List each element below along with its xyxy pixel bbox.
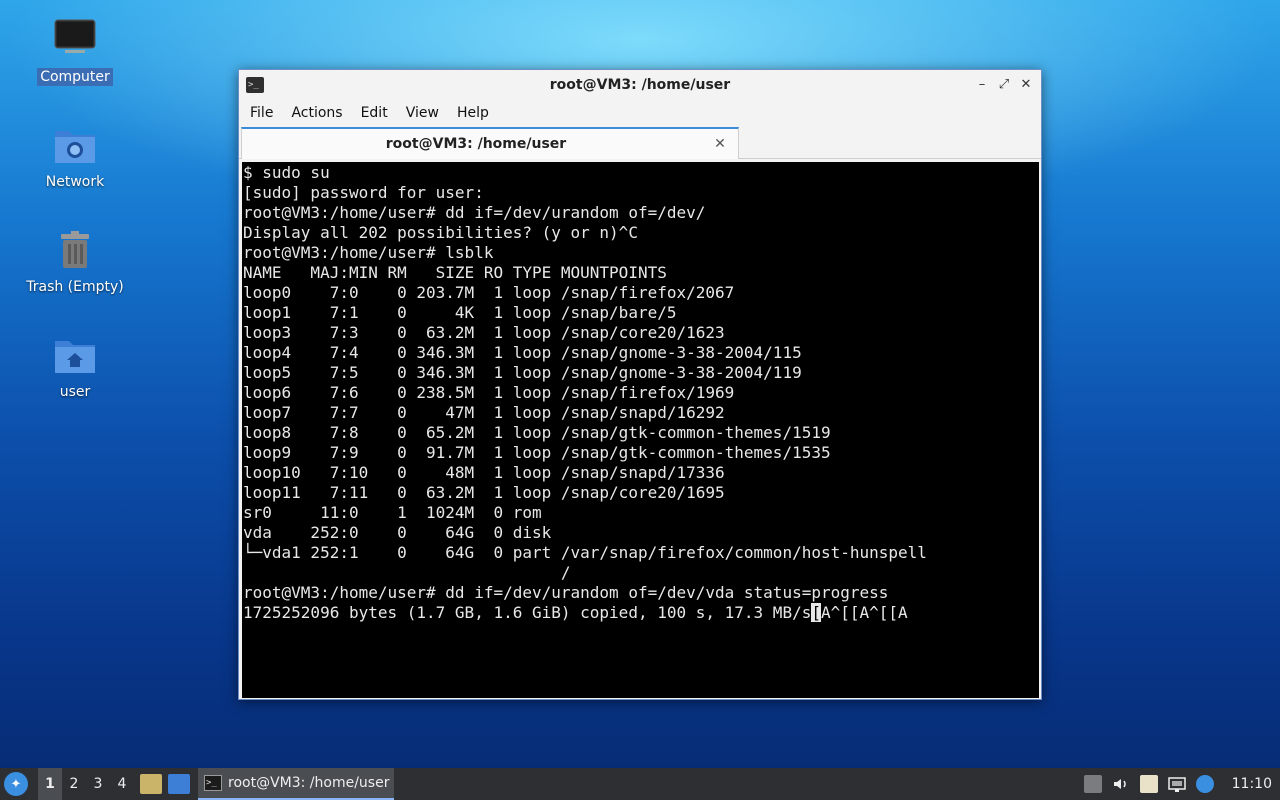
desktop-icon-label: user [59,384,91,400]
computer-icon [51,16,99,64]
terminal-line: NAME MAJ:MIN RM SIZE RO TYPE MOUNTPOINTS [243,263,667,282]
terminal-line: [sudo] password for user: [243,183,484,202]
workspace-3[interactable]: 3 [86,768,110,800]
terminal-line: root@VM3:/home/user# dd if=/dev/urandom … [243,203,706,222]
maximize-button[interactable]: ⤢ [997,77,1011,92]
desktop-icon-network[interactable]: Network [20,121,130,191]
minimize-button[interactable]: – [975,77,989,92]
window-titlebar[interactable]: >_ root@VM3: /home/user – ⤢ ✕ [239,70,1041,99]
workspace-4[interactable]: 4 [110,768,134,800]
system-tray: 11:10 [1083,775,1272,793]
desktop-icon-trash[interactable]: Trash (Empty) [20,226,130,296]
desktop-icon-user[interactable]: user [20,331,130,401]
terminal-progress-line: 1725252096 bytes (1.7 GB, 1.6 GiB) copie… [243,603,1039,623]
terminal-line: $ sudo su [243,163,330,182]
desktop-icon-label: Network [45,174,105,190]
menu-view[interactable]: View [399,105,446,121]
terminal-line: loop7 7:7 0 47M 1 loop /snap/snapd/16292 [243,403,725,422]
terminal-task-icon: >_ [204,775,222,791]
clock[interactable]: 11:10 [1232,776,1272,792]
terminal-line: loop8 7:8 0 65.2M 1 loop /snap/gtk-commo… [243,423,831,442]
terminal-line: root@VM3:/home/user# lsblk [243,243,494,262]
workspace-1[interactable]: 1 [38,768,62,800]
terminal-line: sr0 11:0 1 1024M 0 rom [243,503,542,522]
close-button[interactable]: ✕ [1019,77,1033,92]
terminal-line: loop10 7:10 0 48M 1 loop /snap/snapd/173… [243,463,725,482]
terminal-window[interactable]: >_ root@VM3: /home/user – ⤢ ✕ File Actio… [238,69,1042,700]
terminal-line: └─vda1 252:1 0 64G 0 part /var/snap/fire… [243,543,927,562]
terminal-line: root@VM3:/home/user# dd if=/dev/urandom … [243,583,889,602]
task-label: root@VM3: /home/user [228,775,390,791]
terminal-line: loop4 7:4 0 346.3M 1 loop /snap/gnome-3-… [243,343,802,362]
taskbar: ✦ 1 2 3 4 >_ root@VM3: /home/user 11:10 [0,768,1280,800]
tab-bar: root@VM3: /home/user ✕ [239,127,1041,159]
tab-label: root@VM3: /home/user [385,136,567,152]
menu-help[interactable]: Help [450,105,496,121]
terminal-cursor: [ [811,603,821,622]
terminal-app-icon: >_ [246,76,264,93]
menu-edit[interactable]: Edit [354,105,395,121]
taskbar-task-terminal[interactable]: >_ root@VM3: /home/user [198,768,394,800]
terminal-line: loop3 7:3 0 63.2M 1 loop /snap/core20/16… [243,323,725,342]
clipboard-icon[interactable] [1139,775,1158,793]
terminal-line: loop0 7:0 0 203.7M 1 loop /snap/firefox/… [243,283,735,302]
desktop-icon-label: Trash (Empty) [26,279,124,295]
terminal-output[interactable]: $ sudo su [sudo] password for user: root… [242,162,1039,698]
network-folder-icon [51,121,99,169]
window-title: root@VM3: /home/user [549,76,731,93]
tab-close-icon[interactable]: ✕ [710,136,730,152]
terminal-line: Display all 202 possibilities? (y or n)^… [243,223,638,242]
home-folder-icon [51,331,99,379]
menubar: File Actions Edit View Help [239,99,1041,127]
terminal-line: vda 252:0 0 64G 0 disk [243,523,552,542]
terminal-line: loop5 7:5 0 346.3M 1 loop /snap/gnome-3-… [243,363,802,382]
terminal-line: loop1 7:1 0 4K 1 loop /snap/bare/5 [243,303,677,322]
eject-icon[interactable] [1083,775,1102,793]
desktop-icon-computer[interactable]: Computer [20,16,130,86]
volume-icon[interactable] [1112,775,1130,793]
menu-actions[interactable]: Actions [284,105,349,121]
escape-sequence-text: A^[[A^[[A [820,603,908,622]
terminal-line: loop11 7:11 0 63.2M 1 loop /snap/core20/… [243,483,725,502]
desktop-icon-label: Computer [37,68,113,86]
terminal-line: loop9 7:9 0 91.7M 1 loop /snap/gtk-commo… [243,443,831,462]
show-desktop-icon[interactable] [168,774,190,794]
network-icon[interactable] [1167,775,1186,793]
terminal-line: loop6 7:6 0 238.5M 1 loop /snap/firefox/… [243,383,735,402]
progress-text: 1725252096 bytes (1.7 GB, 1.6 GiB) copie… [243,603,812,622]
workspace-2[interactable]: 2 [62,768,86,800]
updates-icon[interactable] [1195,775,1214,793]
terminal-line: / [243,563,571,582]
tab-terminal[interactable]: root@VM3: /home/user ✕ [241,127,739,159]
menu-file[interactable]: File [243,105,280,121]
file-manager-launcher-icon[interactable] [140,774,162,794]
start-menu-icon[interactable]: ✦ [4,772,28,796]
trash-icon [51,226,99,274]
